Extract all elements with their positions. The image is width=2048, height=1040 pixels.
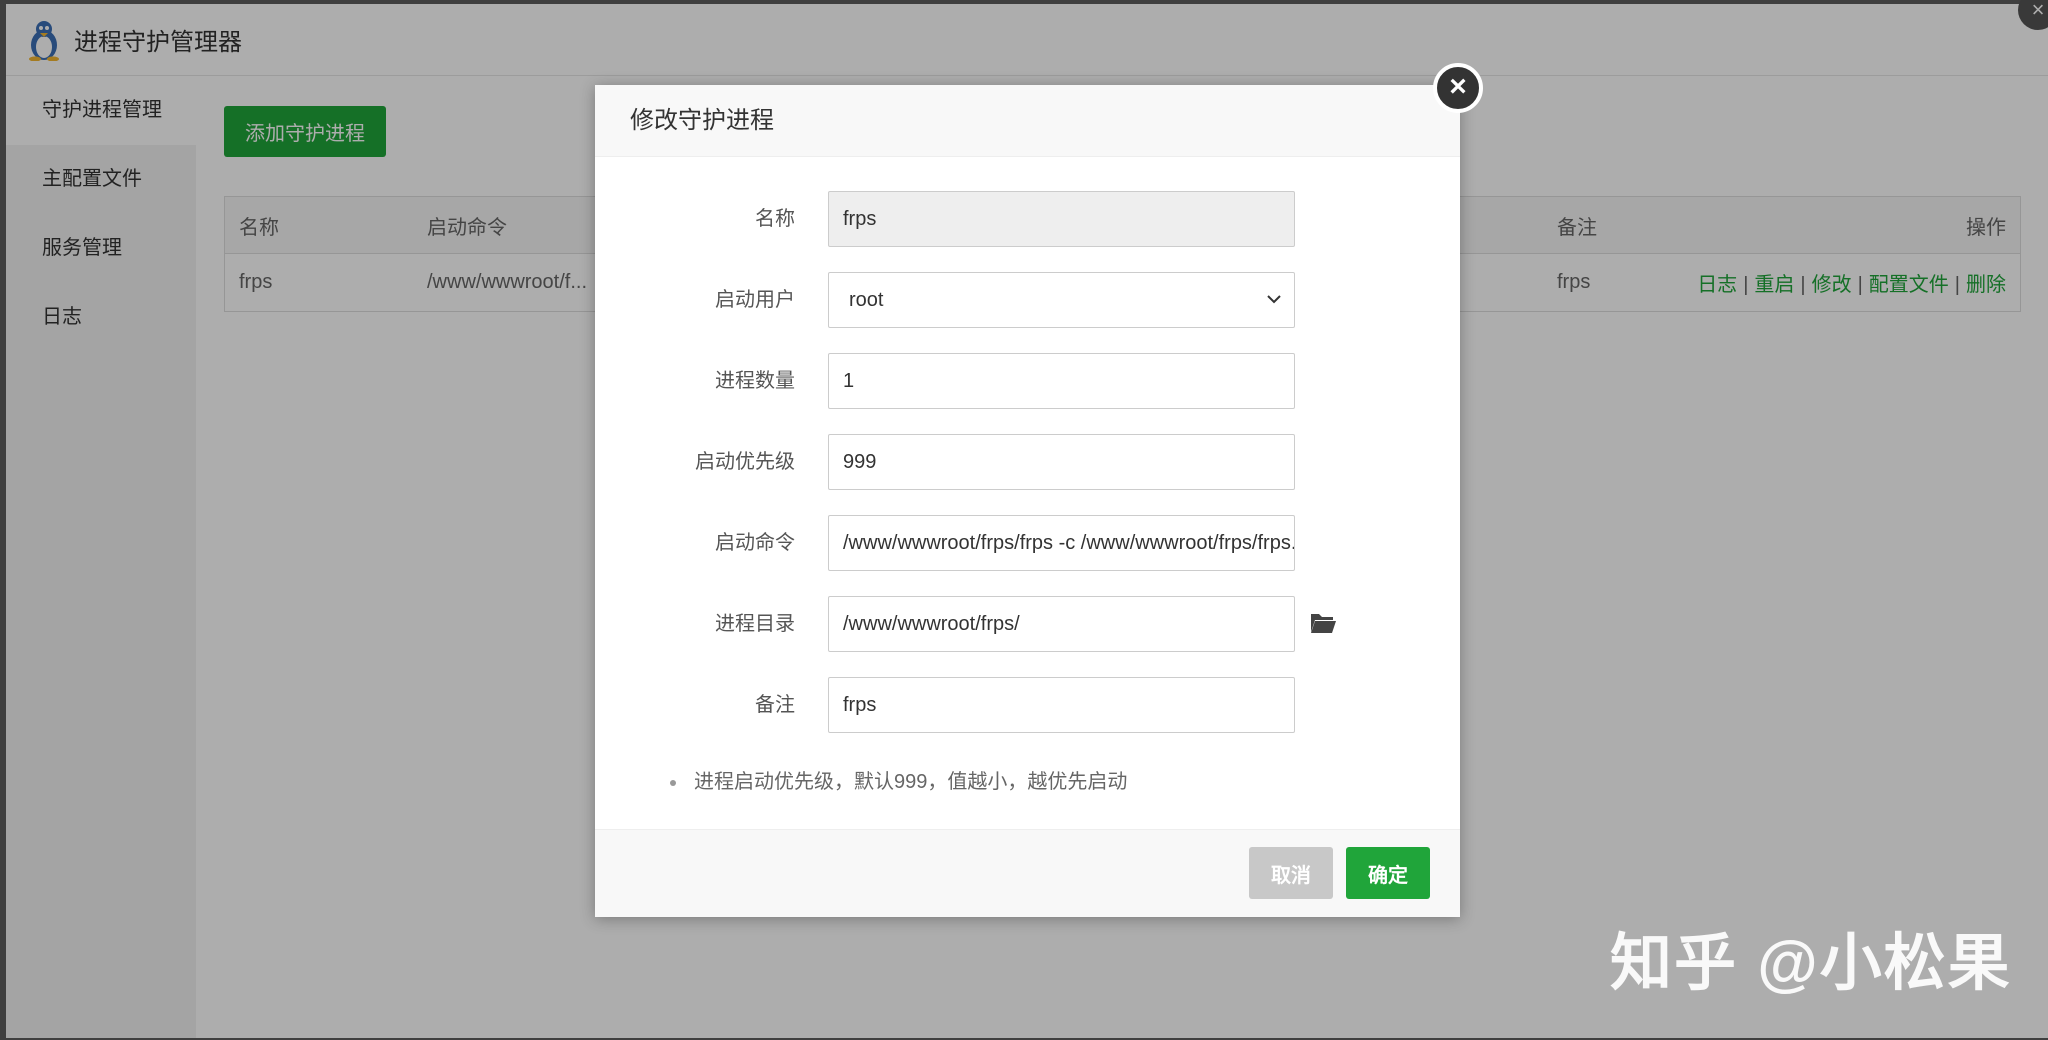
dialog-footer: 取消 确定 bbox=[595, 829, 1460, 917]
dir-input[interactable]: /www/wwwroot/frps/ bbox=[828, 596, 1295, 652]
field-row-priority: 启动优先级 999 bbox=[595, 434, 1460, 490]
name-label: 名称 bbox=[755, 208, 795, 230]
dialog-close-icon[interactable]: × bbox=[1433, 63, 1483, 113]
count-input[interactable]: 1 bbox=[828, 353, 1295, 409]
user-select-value: root bbox=[849, 289, 884, 311]
field-row-user: 启动用户 root bbox=[595, 272, 1460, 328]
command-label: 启动命令 bbox=[715, 532, 795, 554]
field-row-count: 进程数量 1 bbox=[595, 353, 1460, 409]
field-row-dir: 进程目录 /www/wwwroot/frps/ bbox=[595, 596, 1460, 652]
priority-label: 启动优先级 bbox=[695, 451, 795, 473]
cancel-button[interactable]: 取消 bbox=[1249, 847, 1333, 899]
confirm-button[interactable]: 确定 bbox=[1346, 847, 1430, 899]
dialog-title: 修改守护进程 bbox=[595, 85, 1460, 157]
priority-input[interactable]: 999 bbox=[828, 434, 1295, 490]
folder-open-icon[interactable] bbox=[1309, 610, 1337, 636]
field-row-note: 备注 frps bbox=[595, 677, 1460, 733]
count-label: 进程数量 bbox=[715, 370, 795, 392]
priority-tip: 进程启动优先级，默认999，值越小，越优先启动 bbox=[670, 765, 1127, 794]
command-input[interactable]: /www/wwwroot/frps/frps -c /www/wwwroot/f… bbox=[828, 515, 1295, 571]
name-input[interactable]: frps bbox=[828, 191, 1295, 247]
user-select[interactable]: root bbox=[828, 272, 1295, 328]
field-row-name: 名称 frps bbox=[595, 191, 1460, 247]
bullet-icon bbox=[670, 779, 676, 786]
edit-process-dialog: 修改守护进程 × 名称 frps 启动用户 root 进程数量 1 启动优先级 … bbox=[595, 63, 1483, 917]
field-row-command: 启动命令 /www/wwwroot/frps/frps -c /www/wwwr… bbox=[595, 515, 1460, 571]
watermark-text: 知乎 @小松果 bbox=[1610, 929, 2012, 998]
chevron-down-icon bbox=[1267, 295, 1281, 304]
dir-label: 进程目录 bbox=[715, 613, 795, 635]
tip-text: 进程启动优先级，默认999，值越小，越优先启动 bbox=[694, 771, 1128, 793]
note-label: 备注 bbox=[755, 694, 795, 716]
note-input[interactable]: frps bbox=[828, 677, 1295, 733]
user-label: 启动用户 bbox=[715, 289, 795, 311]
